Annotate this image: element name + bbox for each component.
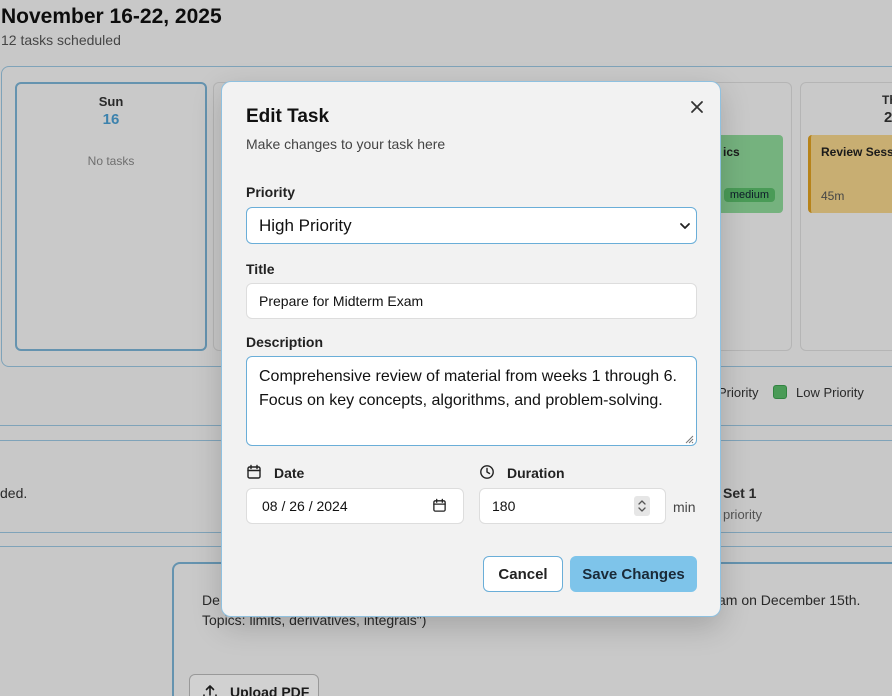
modal-title: Edit Task xyxy=(246,106,330,127)
description-textarea[interactable]: Comprehensive review of material from we… xyxy=(246,356,697,446)
title-label: Title xyxy=(246,261,275,277)
priority-select[interactable]: High Priority xyxy=(246,207,697,244)
calendar-icon xyxy=(247,464,261,479)
resize-grip-icon[interactable] xyxy=(684,434,694,444)
duration-value: 180 xyxy=(492,498,516,514)
clock-icon xyxy=(480,465,494,479)
modal-subtitle: Make changes to your task here xyxy=(246,136,446,152)
priority-label: Priority xyxy=(246,184,296,200)
title-input[interactable] xyxy=(246,283,697,319)
date-label: Date xyxy=(274,465,305,481)
cancel-button[interactable]: Cancel xyxy=(483,556,563,592)
date-value: 08 / 26 / 2024 xyxy=(262,498,348,514)
duration-label: Duration xyxy=(507,465,565,481)
stepper-icon[interactable] xyxy=(634,496,650,516)
save-changes-button[interactable]: Save Changes xyxy=(570,556,697,592)
description-label: Description xyxy=(246,334,324,350)
edit-task-modal: Edit Task Make changes to your task here… xyxy=(221,81,721,617)
calendar-picker-icon[interactable] xyxy=(432,498,447,513)
duration-unit: min xyxy=(673,499,696,515)
close-icon[interactable] xyxy=(688,98,706,116)
